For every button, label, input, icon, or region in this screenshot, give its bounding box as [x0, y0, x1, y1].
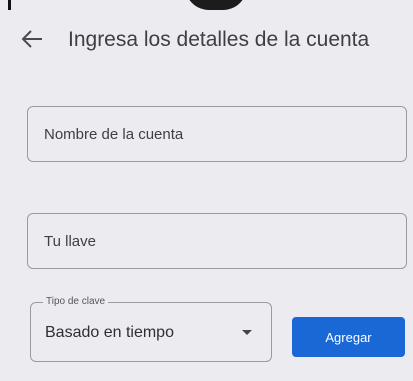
camera-notch — [185, 0, 247, 10]
page-title: Ingresa los detalles de la cuenta — [68, 28, 370, 51]
arrow-left-icon[interactable] — [20, 28, 46, 50]
key-input[interactable] — [28, 214, 406, 268]
status-bar-mark — [8, 0, 11, 10]
caret-down-icon — [242, 330, 252, 335]
account-name-input[interactable] — [28, 107, 406, 161]
key-field[interactable] — [27, 213, 407, 269]
key-type-value: Basado en tiempo — [45, 324, 174, 341]
key-type-label: Tipo de clave — [43, 296, 109, 307]
add-button[interactable]: Agregar — [292, 317, 405, 357]
key-type-select[interactable]: Tipo de clave Basado en tiempo — [30, 296, 272, 362]
app-header: Ingresa los detalles de la cuenta — [0, 22, 413, 58]
account-name-field[interactable] — [27, 106, 407, 162]
